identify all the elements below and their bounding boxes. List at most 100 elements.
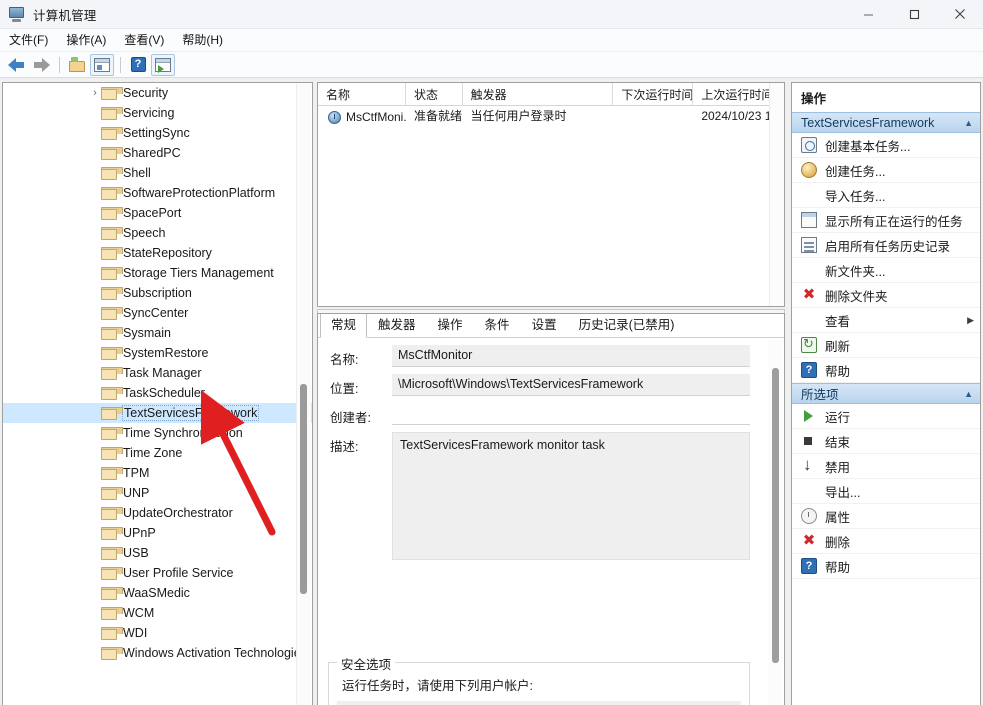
action-item-label: 查看 [825, 311, 850, 330]
tree-item[interactable]: WaaSMedic [3, 583, 312, 603]
action-item[interactable]: 启用所有任务历史记录 [792, 233, 980, 258]
detail-tab[interactable]: 设置 [521, 313, 568, 337]
menu-file[interactable]: 文件(F) [0, 30, 57, 50]
tree-item[interactable]: TaskScheduler [3, 383, 312, 403]
tree-item[interactable]: Storage Tiers Management [3, 263, 312, 283]
tree-item[interactable]: UNP [3, 483, 312, 503]
detail-general-tab-content: 名称: MsCtfMonitor 位置: \Microsoft\Windows\… [318, 339, 784, 705]
action-item[interactable]: ?帮助 [792, 554, 980, 579]
tree-item[interactable]: WCM [3, 603, 312, 623]
show-hide-console-tree-button[interactable] [90, 54, 114, 76]
action-item[interactable]: 创建基本任务... [792, 133, 980, 158]
tree-item[interactable]: Time Zone [3, 443, 312, 463]
action-item[interactable]: 运行 [792, 404, 980, 429]
tree-item[interactable]: TextServicesFramework [3, 403, 312, 423]
action-pane-icon [155, 58, 171, 72]
task-list-column-header[interactable]: 名称 [318, 83, 406, 106]
tree-item-label: TextServicesFramework [122, 405, 259, 421]
actions-group-header[interactable]: 所选项▲ [792, 383, 980, 404]
enable-task-history-icon [801, 237, 817, 253]
tree-item[interactable]: StateRepository [3, 243, 312, 263]
task-list-vertical-scrollbar[interactable] [769, 83, 784, 306]
help-button[interactable]: ? [126, 54, 150, 76]
tree-item[interactable]: USB [3, 543, 312, 563]
menu-help[interactable]: 帮助(H) [173, 30, 232, 50]
action-item[interactable]: 导出... [792, 479, 980, 504]
task-list-body: MsCtfMoni...准备就绪当任何用户登录时2024/10/23 15:39… [318, 106, 784, 128]
action-item[interactable]: 结束 [792, 429, 980, 454]
action-item[interactable]: 显示所有正在运行的任务 [792, 208, 980, 233]
console-tree-pane: › Security ServicingSettingSyncSharedPCShe… [2, 82, 313, 705]
back-button[interactable] [4, 54, 28, 76]
detail-tab[interactable]: 条件 [474, 313, 521, 337]
action-item[interactable]: 刷新 [792, 333, 980, 358]
chevron-up-icon[interactable]: ▲ [964, 389, 973, 399]
tree-vertical-scrollbar[interactable] [296, 84, 311, 705]
tree-item[interactable]: TPM [3, 463, 312, 483]
tree-item[interactable]: › Security [3, 83, 312, 103]
actions-group-header[interactable]: TextServicesFramework▲ [792, 112, 980, 133]
action-item[interactable]: ✖删除 [792, 529, 980, 554]
tree-item[interactable]: Sysmain [3, 323, 312, 343]
action-item[interactable]: ✖删除文件夹 [792, 283, 980, 308]
action-item[interactable]: 创建任务... [792, 158, 980, 183]
tree-item[interactable]: Windows Activation Technologies [3, 643, 312, 663]
up-one-level-button[interactable] [65, 54, 89, 76]
no-icon [801, 312, 817, 328]
tree-item[interactable]: UpdateOrchestrator [3, 503, 312, 523]
tree-item[interactable]: SettingSync [3, 123, 312, 143]
tree-item[interactable]: SharedPC [3, 143, 312, 163]
chevron-right-icon[interactable]: ▶ [967, 315, 974, 326]
field-description-value: TextServicesFramework monitor task [392, 432, 750, 560]
task-list-column-header[interactable]: 状态 [406, 83, 463, 106]
maximize-button[interactable] [891, 0, 937, 29]
task-list-column-header[interactable]: 下次运行时间 [613, 83, 693, 106]
show-action-pane-button[interactable] [151, 54, 175, 76]
tree-item[interactable]: Task Manager [3, 363, 312, 383]
tree-item-label: Security [123, 86, 168, 100]
minimize-button[interactable] [845, 0, 891, 29]
action-item[interactable]: 查看 ▶ [792, 308, 980, 333]
forward-button[interactable] [29, 54, 53, 76]
chevron-up-icon[interactable]: ▲ [964, 118, 973, 128]
tree-item[interactable]: UPnP [3, 523, 312, 543]
tree-item[interactable]: User Profile Service [3, 563, 312, 583]
close-button[interactable] [937, 0, 983, 29]
action-item-label: 导出... [825, 482, 860, 501]
task-detail-pane: 常规触发器操作条件设置历史记录(已禁用) 名称: MsCtfMonitor 位置… [317, 313, 785, 705]
tree-item[interactable]: SpacePort [3, 203, 312, 223]
task-list-column-header[interactable]: 触发器 [463, 83, 614, 106]
tree-item[interactable]: Speech [3, 223, 312, 243]
action-item[interactable]: 禁用 [792, 454, 980, 479]
tree-item[interactable]: SystemRestore [3, 343, 312, 363]
action-item[interactable]: 新文件夹... [792, 258, 980, 283]
tree-item[interactable]: WDI [3, 623, 312, 643]
tree-item-label: Subscription [123, 286, 192, 300]
tree-item[interactable]: SoftwareProtectionPlatform [3, 183, 312, 203]
field-description-label: 描述: [330, 432, 392, 455]
folder-icon [101, 447, 117, 460]
detail-tab[interactable]: 历史记录(已禁用) [568, 313, 686, 337]
tree-item[interactable]: Shell [3, 163, 312, 183]
tree-item[interactable]: Time Synchronization [3, 423, 312, 443]
field-author-value [392, 403, 750, 425]
security-options-group: 安全选项 运行任务时，请使用下列用户帐户: Users 只在用户登录时运行 不管… [328, 662, 750, 705]
menu-view[interactable]: 查看(V) [115, 30, 173, 50]
detail-tab[interactable]: 触发器 [367, 313, 427, 337]
menu-action[interactable]: 操作(A) [57, 30, 115, 50]
folder-icon [101, 207, 117, 220]
chevron-right-icon[interactable]: › [89, 87, 101, 99]
detail-tab[interactable]: 操作 [427, 313, 474, 337]
task-list-row[interactable]: MsCtfMoni...准备就绪当任何用户登录时2024/10/23 15:39… [318, 106, 784, 128]
security-user-account: Users [337, 701, 741, 705]
folder-icon [101, 547, 117, 560]
action-item[interactable]: 导入任务... [792, 183, 980, 208]
tree-item[interactable]: Subscription [3, 283, 312, 303]
detail-tab[interactable]: 常规 [320, 313, 367, 338]
action-item[interactable]: 属性 [792, 504, 980, 529]
detail-vertical-scrollbar[interactable] [768, 340, 783, 705]
tree-item-label: Storage Tiers Management [123, 266, 274, 280]
action-item[interactable]: ?帮助 [792, 358, 980, 383]
tree-item[interactable]: SyncCenter [3, 303, 312, 323]
tree-item[interactable]: Servicing [3, 103, 312, 123]
